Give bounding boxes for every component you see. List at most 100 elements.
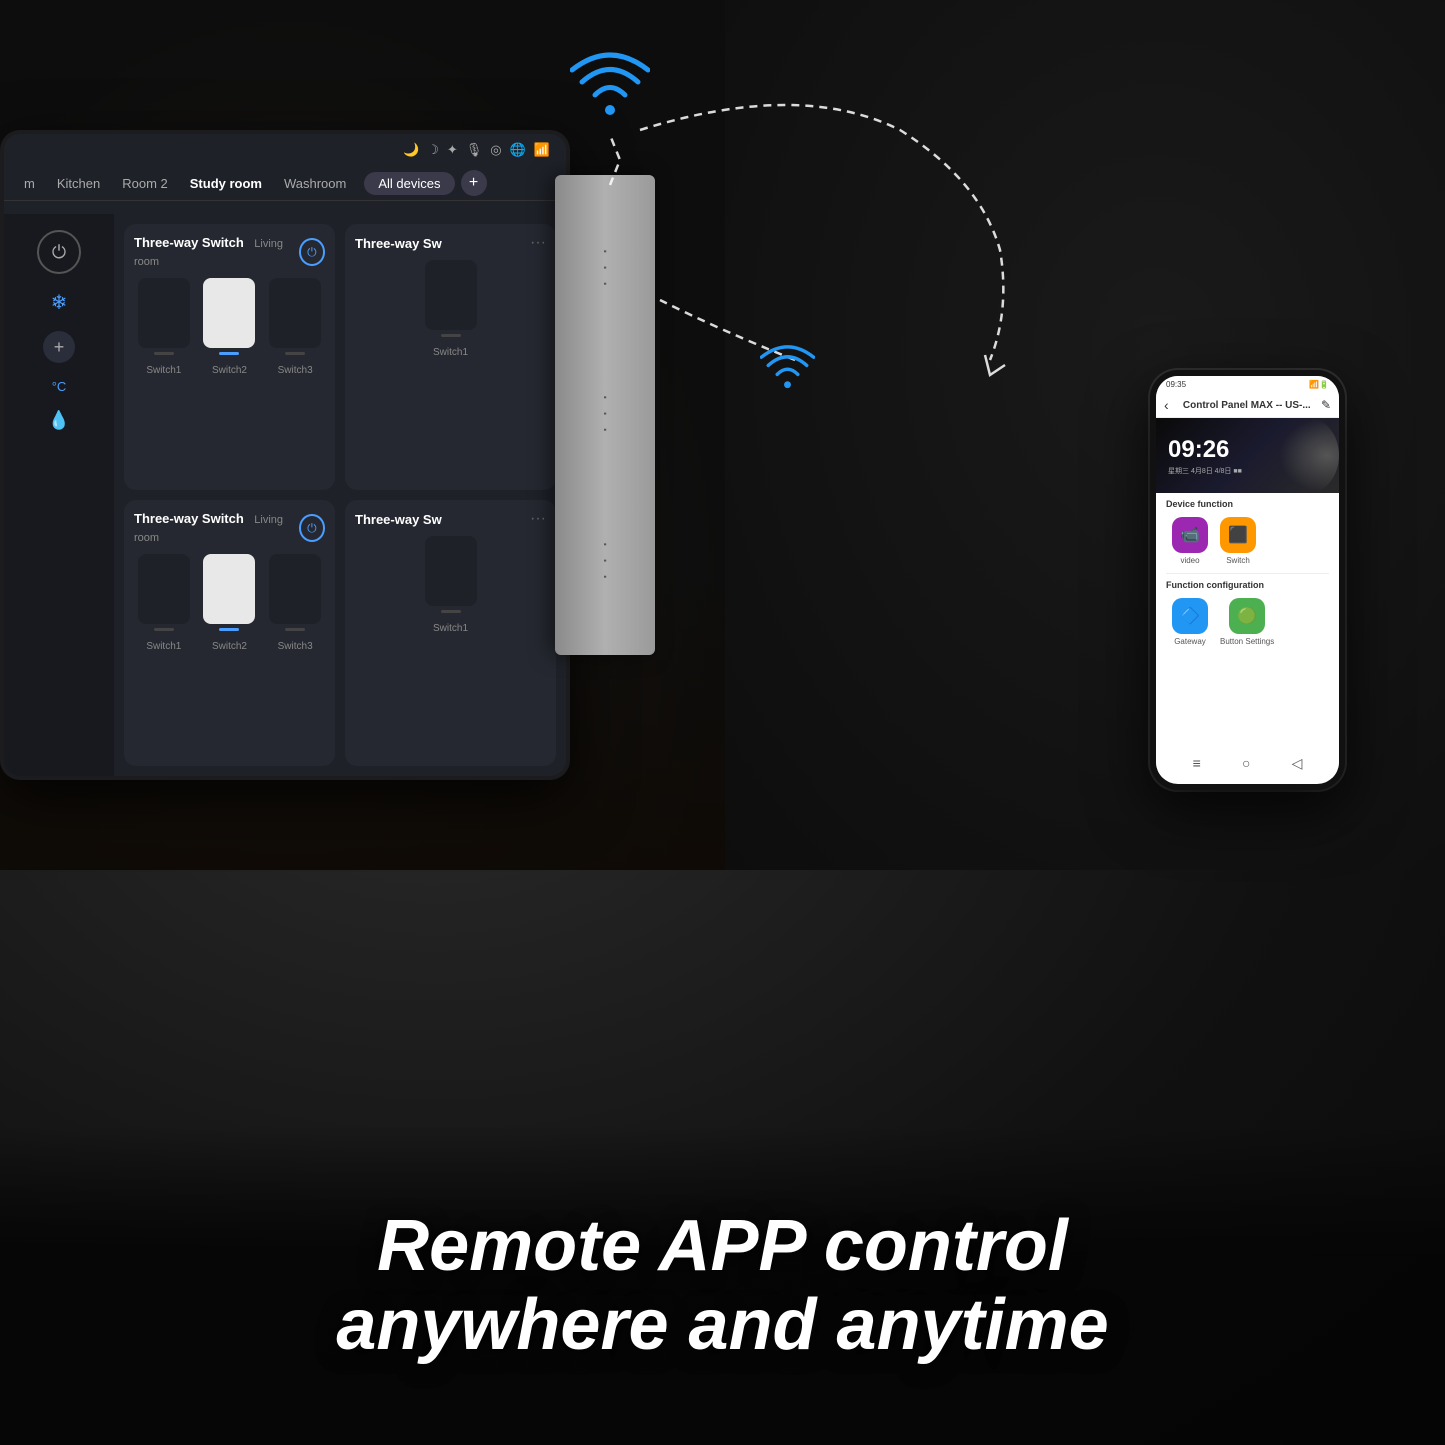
card2-switch1-item: Switch1: [425, 260, 477, 358]
card3-switch2-item: Switch2: [203, 554, 255, 652]
switch1-indicator: [154, 352, 174, 355]
nav-item-washroom[interactable]: Washroom: [276, 172, 354, 195]
wall-panel-dots-bot: · · ·: [594, 541, 617, 582]
card3-title-area: Three-way Switch Living room: [134, 510, 299, 546]
tablet-device: 🌙 ☽ ✦ 🎙 ◎ 🌐 📶 m Kitchen Room 2 Study roo…: [0, 130, 570, 780]
switch-card-1: Three-way Switch Living room ⏻ Switch1 S: [124, 224, 335, 490]
switch-card-2: Three-way Sw ··· Switch1: [345, 224, 556, 490]
all-devices-button[interactable]: All devices: [364, 172, 454, 195]
tablet-topbar: 🌙 ☽ ✦ 🎙 ◎ 🌐 📶: [4, 134, 566, 166]
card3-switch2-box[interactable]: [203, 554, 255, 624]
switch2-indicator: [219, 352, 239, 355]
card3-switch1-indicator: [154, 628, 174, 631]
phone-function-config-icons: 🔷 Gateway 🟢 Button Settings: [1156, 594, 1339, 654]
card3-header: Three-way Switch Living room ⏻: [134, 510, 325, 546]
phone-back-nav-icon[interactable]: ◁: [1292, 755, 1303, 772]
moon-icon: 🌙: [403, 142, 419, 158]
card3-switch1-item: Switch1: [138, 554, 190, 652]
phone-status-time: 09:35: [1166, 380, 1186, 389]
card3-switch3-box[interactable]: [269, 554, 321, 624]
switch1-item: Switch1: [138, 278, 190, 376]
switch3-item: Switch3: [269, 278, 321, 376]
phone-switch-icon: ⬛: [1228, 525, 1248, 545]
add-device-button[interactable]: +: [461, 170, 487, 196]
switch2-label: Switch2: [212, 365, 247, 376]
bottom-text-area: Remote APP control anywhere and anytime: [0, 1207, 1445, 1365]
card2-menu-icon[interactable]: ···: [530, 234, 546, 252]
phone-function-config-title: Function configuration: [1156, 574, 1339, 594]
wifi-left-icon: [760, 340, 815, 400]
wall-panel-device: · · · · · · · · ·: [555, 175, 655, 655]
phone-home-icon[interactable]: ○: [1242, 755, 1250, 772]
main-power-button[interactable]: ⏻: [37, 230, 81, 274]
card2-switch1-label: Switch1: [433, 347, 468, 358]
phone-clock-info: 09:26 星期三 4月8日 4/8日 ■■: [1168, 436, 1242, 476]
phone-button-settings-label: Button Settings: [1220, 637, 1274, 646]
card2-switch1-box[interactable]: [425, 260, 477, 330]
switch1-label: Switch1: [146, 365, 181, 376]
phone-video-item[interactable]: 📹 video: [1172, 517, 1208, 565]
card1-switches: Switch1 Switch2 Switch3: [134, 278, 325, 376]
phone-clock-time: 09:26: [1168, 436, 1242, 464]
card4-switch1-indicator: [441, 610, 461, 613]
card4-switch1-box[interactable]: [425, 536, 477, 606]
main-title-line1: Remote APP control: [0, 1207, 1445, 1286]
switch1-box[interactable]: [138, 278, 190, 348]
phone-nav-header: ‹ Control Panel MAX -- US-... ✎: [1156, 393, 1339, 418]
phone-menu-icon[interactable]: ≡: [1193, 755, 1201, 772]
globe-icon: 🌐: [510, 142, 526, 158]
nav-item-kitchen[interactable]: Kitchen: [49, 172, 108, 195]
card3-power-button[interactable]: ⏻: [299, 514, 325, 542]
phone-video-label: video: [1180, 556, 1199, 565]
phone-button-settings-item[interactable]: 🟢 Button Settings: [1220, 598, 1274, 646]
phone-gateway-icon: 🔷: [1180, 606, 1200, 626]
nav-item-m[interactable]: m: [16, 172, 43, 195]
switch2-box[interactable]: [203, 278, 255, 348]
card3-switch3-label: Switch3: [278, 641, 313, 652]
humidity-icon: 💧: [48, 410, 70, 431]
tablet-navigation: m Kitchen Room 2 Study room Washroom All…: [4, 166, 566, 201]
nav-item-studyroom[interactable]: Study room: [182, 172, 270, 195]
phone-clock-date: 星期三 4月8日 4/8日 ■■: [1168, 466, 1242, 476]
phone-edit-button[interactable]: ✎: [1321, 398, 1331, 412]
phone-switch-label: Switch: [1226, 556, 1250, 565]
phone-status-icons: 📶🔋: [1309, 380, 1329, 389]
phone-clock-banner: 09:26 星期三 4月8日 4/8日 ■■: [1156, 418, 1339, 493]
card4-header: Three-way Sw ···: [355, 510, 546, 528]
card3-switches: Switch1 Switch2 Switch3: [134, 554, 325, 652]
sleep-icon: ☽: [427, 142, 439, 158]
temp-label: °C: [52, 379, 67, 394]
phone-gateway-item[interactable]: 🔷 Gateway: [1172, 598, 1208, 646]
card1-power-button[interactable]: ⏻: [299, 238, 325, 266]
card4-title: Three-way Sw: [355, 512, 442, 527]
wifi-left-svg: [760, 340, 815, 395]
card2-title: Three-way Sw: [355, 236, 442, 251]
card4-menu-icon[interactable]: ···: [530, 510, 546, 528]
card1-title-area: Three-way Switch Living room: [134, 234, 299, 270]
phone-device-function-icons: 📹 video ⬛ Switch: [1156, 513, 1339, 573]
wall-panel-dots-mid: · · ·: [594, 394, 617, 435]
card2-switches: Switch1: [355, 260, 546, 358]
wifi-top-svg: [570, 45, 650, 125]
tablet-screen: 🌙 ☽ ✦ 🎙 ◎ 🌐 📶 m Kitchen Room 2 Study roo…: [4, 134, 566, 776]
switch3-label: Switch3: [278, 365, 313, 376]
phone-back-button[interactable]: ‹: [1164, 397, 1169, 413]
phone-video-icon-circle: 📹: [1172, 517, 1208, 553]
card3-switch2-indicator: [219, 628, 239, 631]
add-scene-button[interactable]: +: [43, 331, 75, 363]
switch-card-3: Three-way Switch Living room ⏻ Switch1 S: [124, 500, 335, 766]
phone-statusbar: 09:35 📶🔋: [1156, 376, 1339, 393]
card4-switches: Switch1: [355, 536, 546, 634]
nav-item-room2[interactable]: Room 2: [114, 172, 176, 195]
card3-switch2-label: Switch2: [212, 641, 247, 652]
card4-switch1-item: Switch1: [425, 536, 477, 634]
switch3-indicator: [285, 352, 305, 355]
card3-switch1-label: Switch1: [146, 641, 181, 652]
phone-button-settings-icon-circle: 🟢: [1229, 598, 1265, 634]
card3-title: Three-way Switch: [134, 511, 244, 526]
phone-gateway-label: Gateway: [1174, 637, 1206, 646]
phone-switch-icon-circle: ⬛: [1220, 517, 1256, 553]
phone-switch-item[interactable]: ⬛ Switch: [1220, 517, 1256, 565]
card3-switch1-box[interactable]: [138, 554, 190, 624]
switch3-box[interactable]: [269, 278, 321, 348]
